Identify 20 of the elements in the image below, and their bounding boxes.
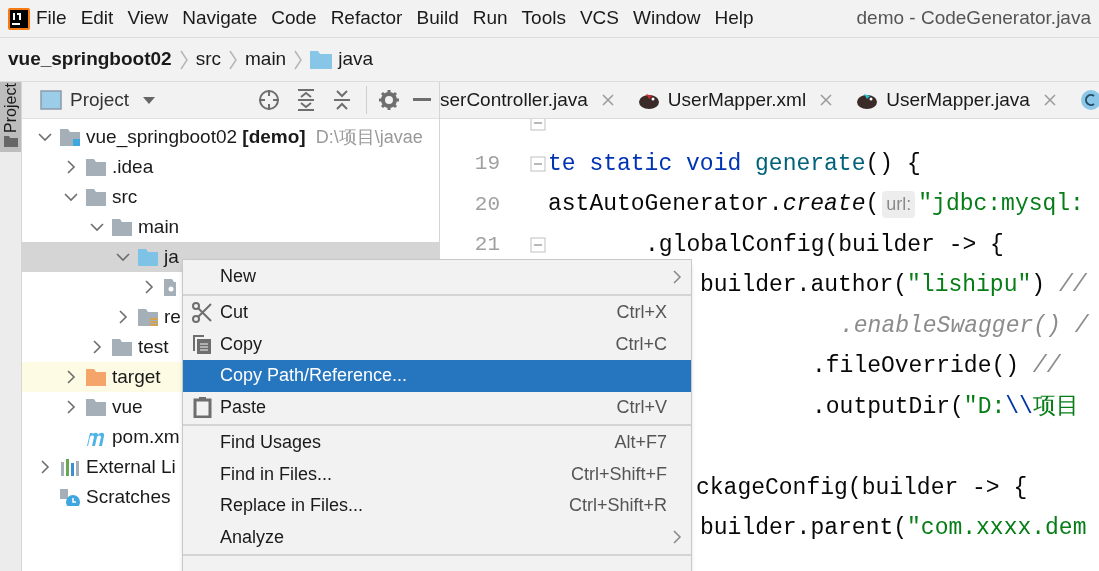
shortcut-label: Ctrl+Shift+R <box>568 494 667 518</box>
window-title: demo - CodeGenerator.java <box>856 6 1091 31</box>
code-line: ckageConfig(builder -> { <box>696 473 1028 503</box>
code-line: .outputDir("D:\\项目 <box>812 392 1079 422</box>
shortcut-label: Ctrl+C <box>615 332 667 356</box>
code-line: builder.parent("com.xxxx.dem <box>700 514 1087 543</box>
code-line: astAutoGenerator.create( url: "jdbc:mysql: <box>548 189 1084 220</box>
line-number: 20 <box>474 192 500 216</box>
shortcut-label: Alt+F7 <box>614 431 667 455</box>
line-number: 19 <box>474 152 500 175</box>
shortcut-label: Ctrl+X <box>616 301 667 325</box>
shortcut-label: Ctrl+V <box>616 395 667 419</box>
code-line: builder.author("lishipu") // <box>700 271 1087 300</box>
code-line: .globalConfig(builder -> { <box>645 230 1004 260</box>
shortcut-label: Ctrl+Shift+F <box>570 462 667 486</box>
tree-item-path: D:\项目\javae <box>315 125 423 149</box>
code-line: .fileOverride() // <box>812 352 1061 381</box>
line-number: 21 <box>474 233 500 256</box>
code-line: .enableSwagger() / <box>840 311 1089 341</box>
code-line: te static void generate() { <box>548 149 921 179</box>
